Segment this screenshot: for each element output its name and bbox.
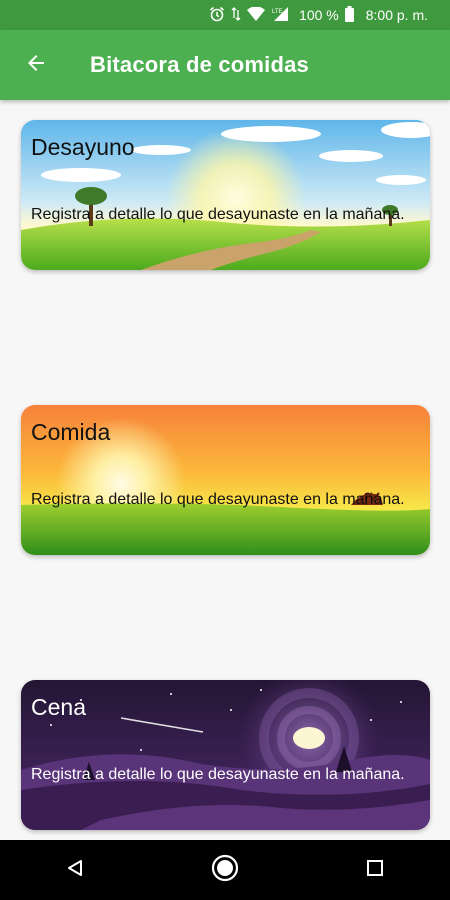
card-title: Cena <box>31 694 86 720</box>
home-circle-icon <box>210 853 240 888</box>
svg-text:LTE: LTE <box>272 9 283 15</box>
nav-recents-button[interactable] <box>345 840 405 900</box>
app-bar: Bitacora de comidas <box>0 30 450 100</box>
back-triangle-icon <box>65 858 85 883</box>
nav-back-button[interactable] <box>45 840 105 900</box>
card-comida[interactable]: Comida Registra a detalle lo que desayun… <box>21 405 430 555</box>
signal-lte-icon: LTE <box>271 6 289 25</box>
card-cena[interactable]: Cena Registra a detalle lo que desayunas… <box>21 680 430 830</box>
data-arrows-icon <box>231 6 241 25</box>
system-nav-bar <box>0 840 450 900</box>
clock-time: 8:00 p. m. <box>365 7 428 23</box>
card-description: Registra a detalle lo que desayunaste en… <box>31 491 405 508</box>
card-title: Desayuno <box>31 134 135 160</box>
recents-square-icon <box>366 859 384 882</box>
card-description: Registra a detalle lo que desayunaste en… <box>31 206 405 223</box>
card-title: Comida <box>31 419 111 445</box>
card-desayuno[interactable]: Desayuno Registra a detalle lo que desay… <box>21 120 430 270</box>
alarm-icon <box>209 6 225 25</box>
status-icons: LTE 100 % 8:00 p. m. <box>209 5 442 25</box>
battery-icon <box>344 5 354 25</box>
status-bar: LTE 100 % 8:00 p. m. <box>0 0 450 30</box>
battery-percent: 100 % <box>299 7 339 23</box>
nav-home-button[interactable] <box>195 840 255 900</box>
card-description: Registra a detalle lo que desayunaste en… <box>31 766 405 783</box>
wifi-icon <box>247 5 266 24</box>
arrow-back-icon <box>24 51 48 80</box>
page-title: Bitacora de comidas <box>90 52 309 77</box>
back-button[interactable] <box>8 37 64 93</box>
